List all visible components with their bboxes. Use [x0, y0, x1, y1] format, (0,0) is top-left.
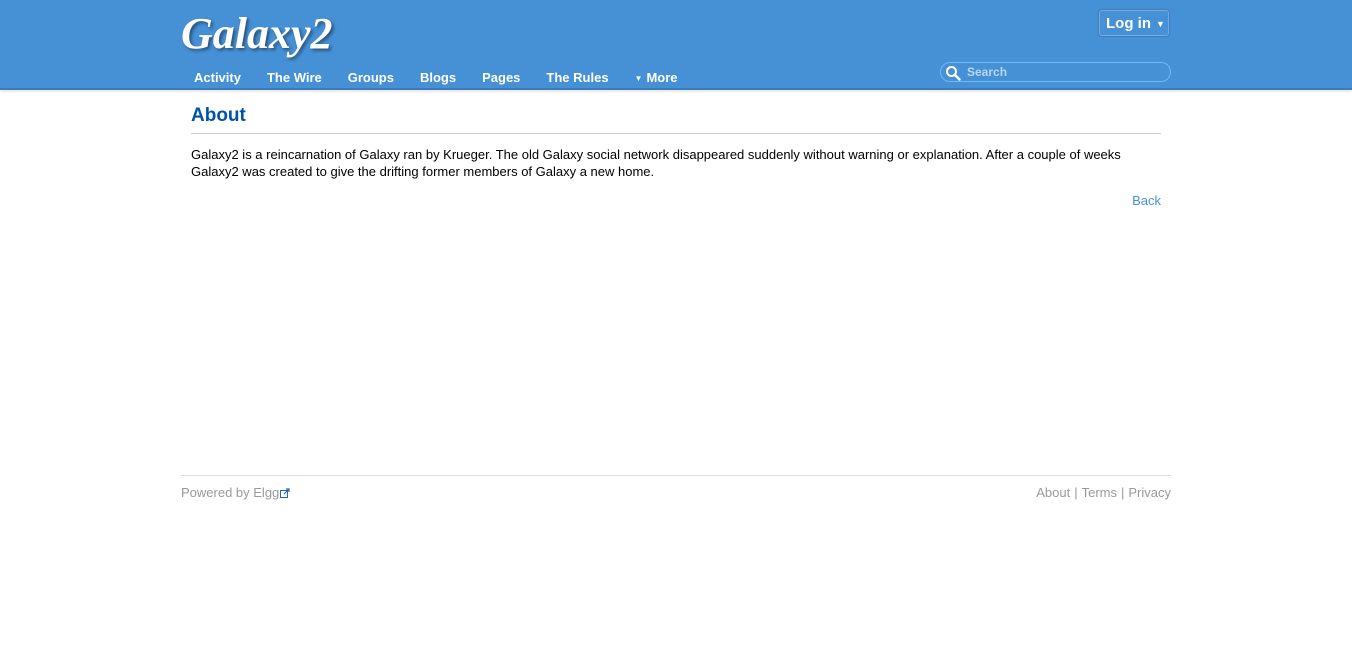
main-content: About Galaxy2 is a reincarnation of Gala… — [191, 103, 1161, 209]
site-header: Galaxy2 Log in ▼ Activity The Wire Groups… — [0, 0, 1352, 90]
nav-item-the-wire[interactable]: The Wire — [254, 68, 335, 88]
footer-link-privacy[interactable]: Privacy — [1128, 485, 1171, 500]
about-text: Galaxy2 is a reincarnation of Galaxy ran… — [191, 147, 1121, 179]
footer-link-terms[interactable]: Terms — [1082, 485, 1117, 500]
footer-links: About | Terms | Privacy — [1036, 485, 1171, 500]
search-icon[interactable] — [945, 65, 961, 81]
nav-more-label: More — [646, 70, 678, 85]
page-title: About — [191, 103, 1161, 134]
nav-item-activity[interactable]: Activity — [181, 68, 254, 88]
elgg-link[interactable]: Elgg — [253, 485, 279, 500]
footer-separator: | — [1120, 485, 1125, 500]
login-label: Log in — [1106, 15, 1151, 32]
back-link-container: Back — [191, 192, 1161, 209]
nav-item-the-rules[interactable]: The Rules — [533, 68, 621, 88]
footer-separator: | — [1074, 485, 1078, 500]
nav-item-blogs[interactable]: Blogs — [407, 68, 469, 88]
chevron-down-icon: ▼ — [1156, 19, 1165, 29]
chevron-down-icon: ▼ — [634, 74, 643, 83]
site-logo[interactable]: Galaxy2 — [181, 9, 333, 59]
back-link[interactable]: Back — [1132, 193, 1161, 208]
login-button[interactable]: Log in ▼ — [1099, 10, 1169, 36]
nav-item-groups[interactable]: Groups — [335, 68, 407, 88]
main-nav: Activity The Wire Groups Blogs Pages The… — [181, 68, 691, 88]
search-input[interactable] — [967, 64, 1162, 80]
powered-by: Powered by Elgg — [181, 485, 290, 500]
site-footer: Powered by Elgg About | Terms | Privacy — [181, 475, 1171, 500]
powered-by-prefix: Powered by — [181, 485, 254, 500]
nav-item-more[interactable]: ▼ More — [622, 68, 691, 88]
nav-item-pages[interactable]: Pages — [469, 68, 533, 88]
footer-link-about[interactable]: About — [1036, 485, 1070, 500]
external-link-icon — [280, 488, 290, 498]
search-box — [940, 62, 1171, 82]
